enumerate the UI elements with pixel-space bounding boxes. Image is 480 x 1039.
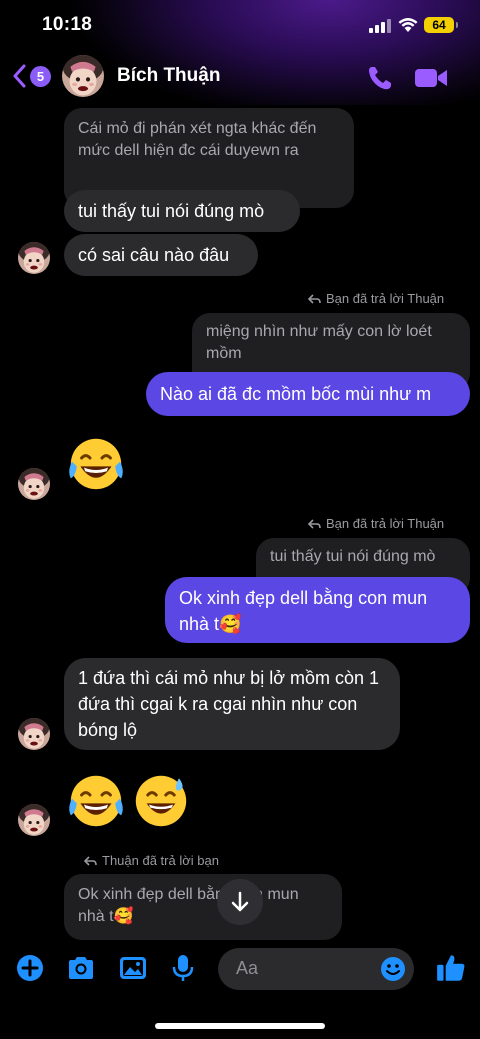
signal-icon: [369, 19, 391, 33]
incoming-message[interactable]: tui thấy tui nói đúng mò: [64, 190, 300, 232]
reply-note-text: Bạn đã trả lời Thuận: [326, 291, 445, 306]
face-with-tears-of-joy-icon[interactable]: [66, 771, 126, 831]
battery-icon: 64: [424, 17, 454, 33]
incoming-message[interactable]: 1 đứa thì cái mỏ như bị lở mồm còn 1 đứa…: [64, 658, 400, 750]
grinning-face-with-sweat-icon[interactable]: [131, 771, 191, 831]
home-indicator: [155, 1023, 325, 1029]
reply-note: Thuận đã trả lời bạn: [84, 853, 219, 868]
camera-icon[interactable]: [66, 953, 96, 983]
mic-icon[interactable]: [168, 953, 198, 983]
message-input[interactable]: Aa: [218, 948, 414, 990]
unread-count-badge[interactable]: 5: [30, 66, 51, 87]
reply-arrow-icon: [84, 856, 97, 866]
status-bar: 10:18 64: [0, 0, 480, 50]
message-toolbar: Aa: [0, 940, 480, 1000]
plus-icon[interactable]: [15, 953, 45, 983]
phone-call-icon[interactable]: [366, 64, 394, 92]
sender-avatar[interactable]: [18, 804, 50, 836]
thumbs-up-icon[interactable]: [435, 952, 467, 984]
gallery-icon[interactable]: [118, 953, 148, 983]
reply-arrow-icon: [308, 519, 321, 529]
quoted-message[interactable]: Ok xinh đẹp dell bằng con mun nhà t🥰: [64, 874, 342, 940]
reply-note-text: Thuận đã trả lời bạn: [102, 853, 219, 868]
battery-tip: [456, 22, 458, 28]
sender-avatar[interactable]: [18, 718, 50, 750]
reply-arrow-icon: [308, 294, 321, 304]
scroll-to-bottom-button[interactable]: [217, 879, 263, 925]
outgoing-message[interactable]: Ok xinh đẹp dell bằng con mun nhà t🥰: [165, 577, 470, 643]
back-chevron-icon[interactable]: [12, 64, 26, 88]
video-call-icon[interactable]: [414, 66, 448, 90]
contact-avatar[interactable]: [62, 55, 104, 97]
contact-name[interactable]: Bích Thuận: [117, 65, 220, 87]
emoji-picker-icon[interactable]: [380, 956, 406, 982]
face-with-tears-of-joy-icon[interactable]: [66, 434, 126, 494]
reply-note: Bạn đã trả lời Thuận: [308, 516, 444, 531]
outgoing-message[interactable]: Nào ai đã đc mồm bốc mùi như m: [146, 372, 470, 416]
reply-note-text: Bạn đã trả lời Thuận: [326, 516, 445, 531]
sender-avatar[interactable]: [18, 468, 50, 500]
incoming-message[interactable]: có sai câu nào đâu: [64, 234, 258, 276]
reply-note: Bạn đã trả lời Thuận: [308, 291, 444, 306]
status-time: 10:18: [42, 14, 93, 35]
arrow-down-icon: [231, 891, 249, 912]
message-input-placeholder: Aa: [236, 958, 259, 978]
wifi-icon: [398, 18, 418, 32]
sender-avatar[interactable]: [18, 242, 50, 274]
chat-header: 5 Bích Thuận: [0, 50, 480, 105]
